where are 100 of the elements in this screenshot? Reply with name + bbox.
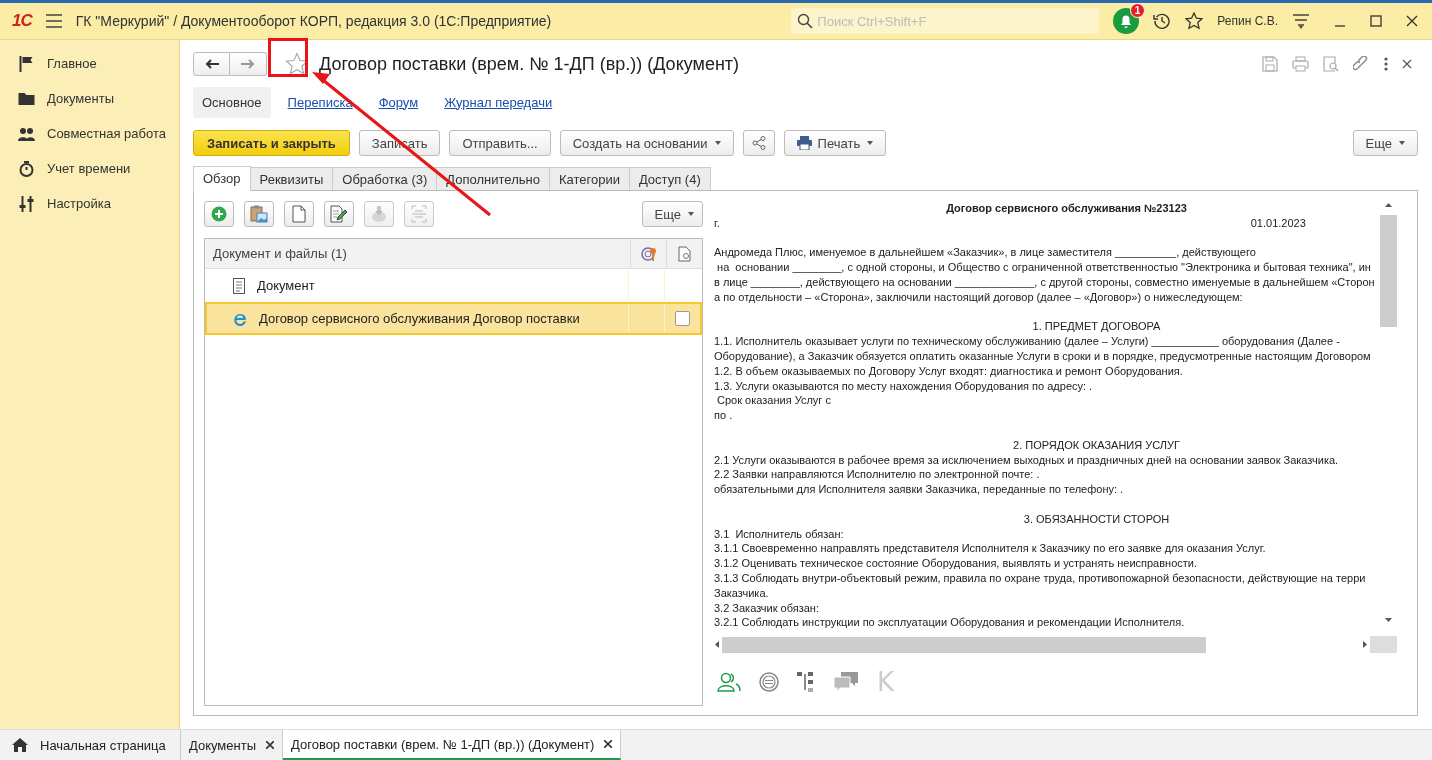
blank-page-icon: [292, 205, 306, 223]
tab[interactable]: Обработка (3): [332, 167, 438, 190]
document-date: 01.01.2023: [1250, 215, 1306, 231]
dropdown-button[interactable]: Создать на основании: [559, 130, 734, 156]
section-heading: 3. ОБЯЗАННОСТИ СТОРОН: [1022, 511, 1171, 527]
stopwatch-icon: [18, 160, 35, 177]
plus-circle-icon: [211, 206, 227, 222]
search-icon: [797, 13, 814, 29]
tree-icon[interactable]: [797, 672, 815, 692]
checkbox[interactable]: [675, 311, 690, 326]
edit-file-button[interactable]: [324, 201, 354, 227]
folder-icon: [18, 92, 35, 105]
more-icon[interactable]: [1384, 57, 1388, 71]
frame-icon: [411, 205, 427, 223]
tab[interactable]: Реквизиты: [249, 167, 334, 190]
save-icon[interactable]: [1262, 56, 1278, 72]
close-icon[interactable]: [604, 740, 613, 748]
save-and-close-button[interactable]: Записать и закрыть: [193, 130, 350, 156]
section-link[interactable]: Форум: [369, 86, 428, 118]
share-button[interactable]: [742, 130, 775, 156]
document-line: 2.2 Заявки направляются Исполнителю по электронной почте: .: [714, 467, 1041, 483]
document-line: 2.1 Услуги оказываются в рабочее время за исключением выходных и праздничных дней на основании заявок Заказчика.: [714, 452, 1340, 468]
page-pencil-icon: [330, 205, 348, 223]
sidebar-item[interactable]: Настройка: [47, 196, 111, 211]
sidebar-item[interactable]: Документы: [47, 91, 114, 106]
file-row[interactable]: Договор сервисного обслуживания Договор поставки: [205, 302, 702, 335]
browser-e-icon: [233, 311, 247, 326]
share-icon: [751, 136, 766, 150]
scroll-thumb[interactable]: [722, 636, 1206, 653]
maximize-icon[interactable]: [1370, 15, 1382, 27]
menu-icon[interactable]: [1292, 13, 1310, 29]
signature-key-icon: [640, 245, 657, 262]
document-line: в лице ________, действующего на основании _____________, с другой стороны, совместно именуемые в дальнейшем «Сторон: [714, 275, 1376, 290]
scroll-right-icon: [1363, 641, 1367, 648]
window-title: ГК "Меркурий" / Документооборот КОРП, редакция 3.0 (1С:Предприятие): [75, 13, 553, 29]
document-line: 3.1.3 Соблюдать внутри-объектовый режим, правила по охране труда, противопожарной безопасности, действующие на терри: [714, 570, 1367, 586]
menu-icon[interactable]: [45, 14, 62, 28]
new-file-button[interactable]: [284, 201, 314, 227]
section-link[interactable]: Основное: [193, 86, 271, 118]
print-button[interactable]: Печать: [783, 130, 887, 156]
app-logo: 1С: [12, 11, 32, 31]
more-button[interactable]: Еще: [641, 201, 703, 227]
document-line: 3.1.1 Своевременно направлять представителя Исполнителя к Заказчику по его заявке для оказания Услуг.: [714, 541, 1267, 557]
circle-lines-icon[interactable]: [759, 672, 779, 692]
file-name: Документ: [257, 278, 315, 293]
command-button[interactable]: Отправить...: [449, 130, 551, 156]
arrow-left-icon: [204, 59, 219, 69]
tab[interactable]: Дополнительно: [436, 167, 550, 190]
close-icon[interactable]: [1406, 15, 1418, 27]
document-line: 1.1. Исполнитель оказывает услуги по техническому обслуживанию (далее – Услуги) ___________ оборудования (Далее -: [714, 334, 1341, 349]
document-line: 1.2. В объем оказываемых по Договору Услуг входят: диагностика и ремонт Оборудования.: [714, 363, 1184, 379]
tab[interactable]: Доступ (4): [628, 167, 711, 190]
document-line: Заказчика.: [714, 585, 770, 601]
section-heading: 1. ПРЕДМЕТ ДОГОВОРА: [1031, 319, 1162, 335]
link-icon[interactable]: [1353, 55, 1370, 73]
search-field[interactable]: Поиск Ctrl+Shift+F: [791, 8, 1100, 34]
document-line: 1.3. Услуги оказываются по месту нахождения Оборудования по адресу: .: [714, 378, 1094, 394]
document-line: Оборудование), а Заказчик обязуется оплатить оказанные Услуги в сроки и в порядке, предусмотренные настоящим Договором: [714, 348, 1372, 364]
close-icon[interactable]: [1402, 59, 1412, 69]
chat-icon[interactable]: [833, 671, 859, 693]
document-line: Андромеда Плюс, именуемое в дальнейшем «Заказчик», в лице заместителя __________, действующего: [714, 245, 1257, 261]
horizontal-scrollbar[interactable]: [713, 636, 1397, 653]
highlight-frame: [268, 38, 308, 77]
document-line: а по отдельности – «Сторона», заключили настоящий договор (далее – «Договор») о нижеследующем:: [714, 289, 1244, 305]
add-button[interactable]: [204, 201, 234, 227]
tab[interactable]: Обзор: [193, 166, 251, 191]
sliders-icon: [18, 195, 35, 212]
star-icon[interactable]: [1185, 12, 1204, 30]
document-line: 3.2 Заказчик обязан:: [714, 600, 820, 616]
document-line: Срок оказания Услуг с: [716, 393, 832, 409]
section-link[interactable]: Журнал передачи: [435, 86, 562, 118]
paste-image-button[interactable]: [244, 201, 274, 227]
close-icon[interactable]: [266, 741, 274, 749]
file-row[interactable]: Документ: [205, 269, 702, 302]
more-button[interactable]: Еще: [1352, 130, 1418, 156]
document-line: 3.1 Исполнитель обязан:: [714, 526, 845, 542]
history-icon[interactable]: [1153, 12, 1172, 30]
scroll-thumb[interactable]: [1379, 215, 1397, 327]
home-tab[interactable]: Начальная страница: [0, 730, 181, 760]
people-icon: [18, 126, 35, 141]
clipboard-image-icon: [250, 205, 268, 223]
window-tab[interactable]: Договор поставки (врем. № 1-ДП (вр.)) (Документ): [283, 730, 622, 760]
user-name[interactable]: Репин С.В.: [1217, 14, 1278, 28]
document-line: обязательными для Исполнителя заявки Заказчика, переданные по телефону: .: [714, 482, 1125, 497]
back-button[interactable]: [193, 52, 230, 76]
form-title: Договор поставки (врем. № 1-ДП (вр.)) (Документ): [319, 53, 741, 75]
people-icon[interactable]: [717, 672, 741, 692]
sidebar-item[interactable]: Учет времени: [47, 161, 131, 176]
preview-icon[interactable]: [1323, 56, 1339, 72]
document-line: по .: [714, 408, 734, 423]
sidebar-item[interactable]: Совместная работа: [47, 126, 166, 141]
tab[interactable]: Категории: [548, 167, 630, 190]
arrow-right-icon: [241, 59, 255, 69]
sidebar-item[interactable]: Главное: [47, 56, 97, 71]
home-icon: [12, 738, 28, 752]
print-icon[interactable]: [1292, 56, 1309, 72]
file-name: Договор сервисного обслуживания Договор поставки: [259, 311, 580, 326]
stamp-icon: [371, 205, 387, 223]
bell-icon[interactable]: [1113, 8, 1140, 34]
scroll-down-icon: [1384, 618, 1392, 622]
